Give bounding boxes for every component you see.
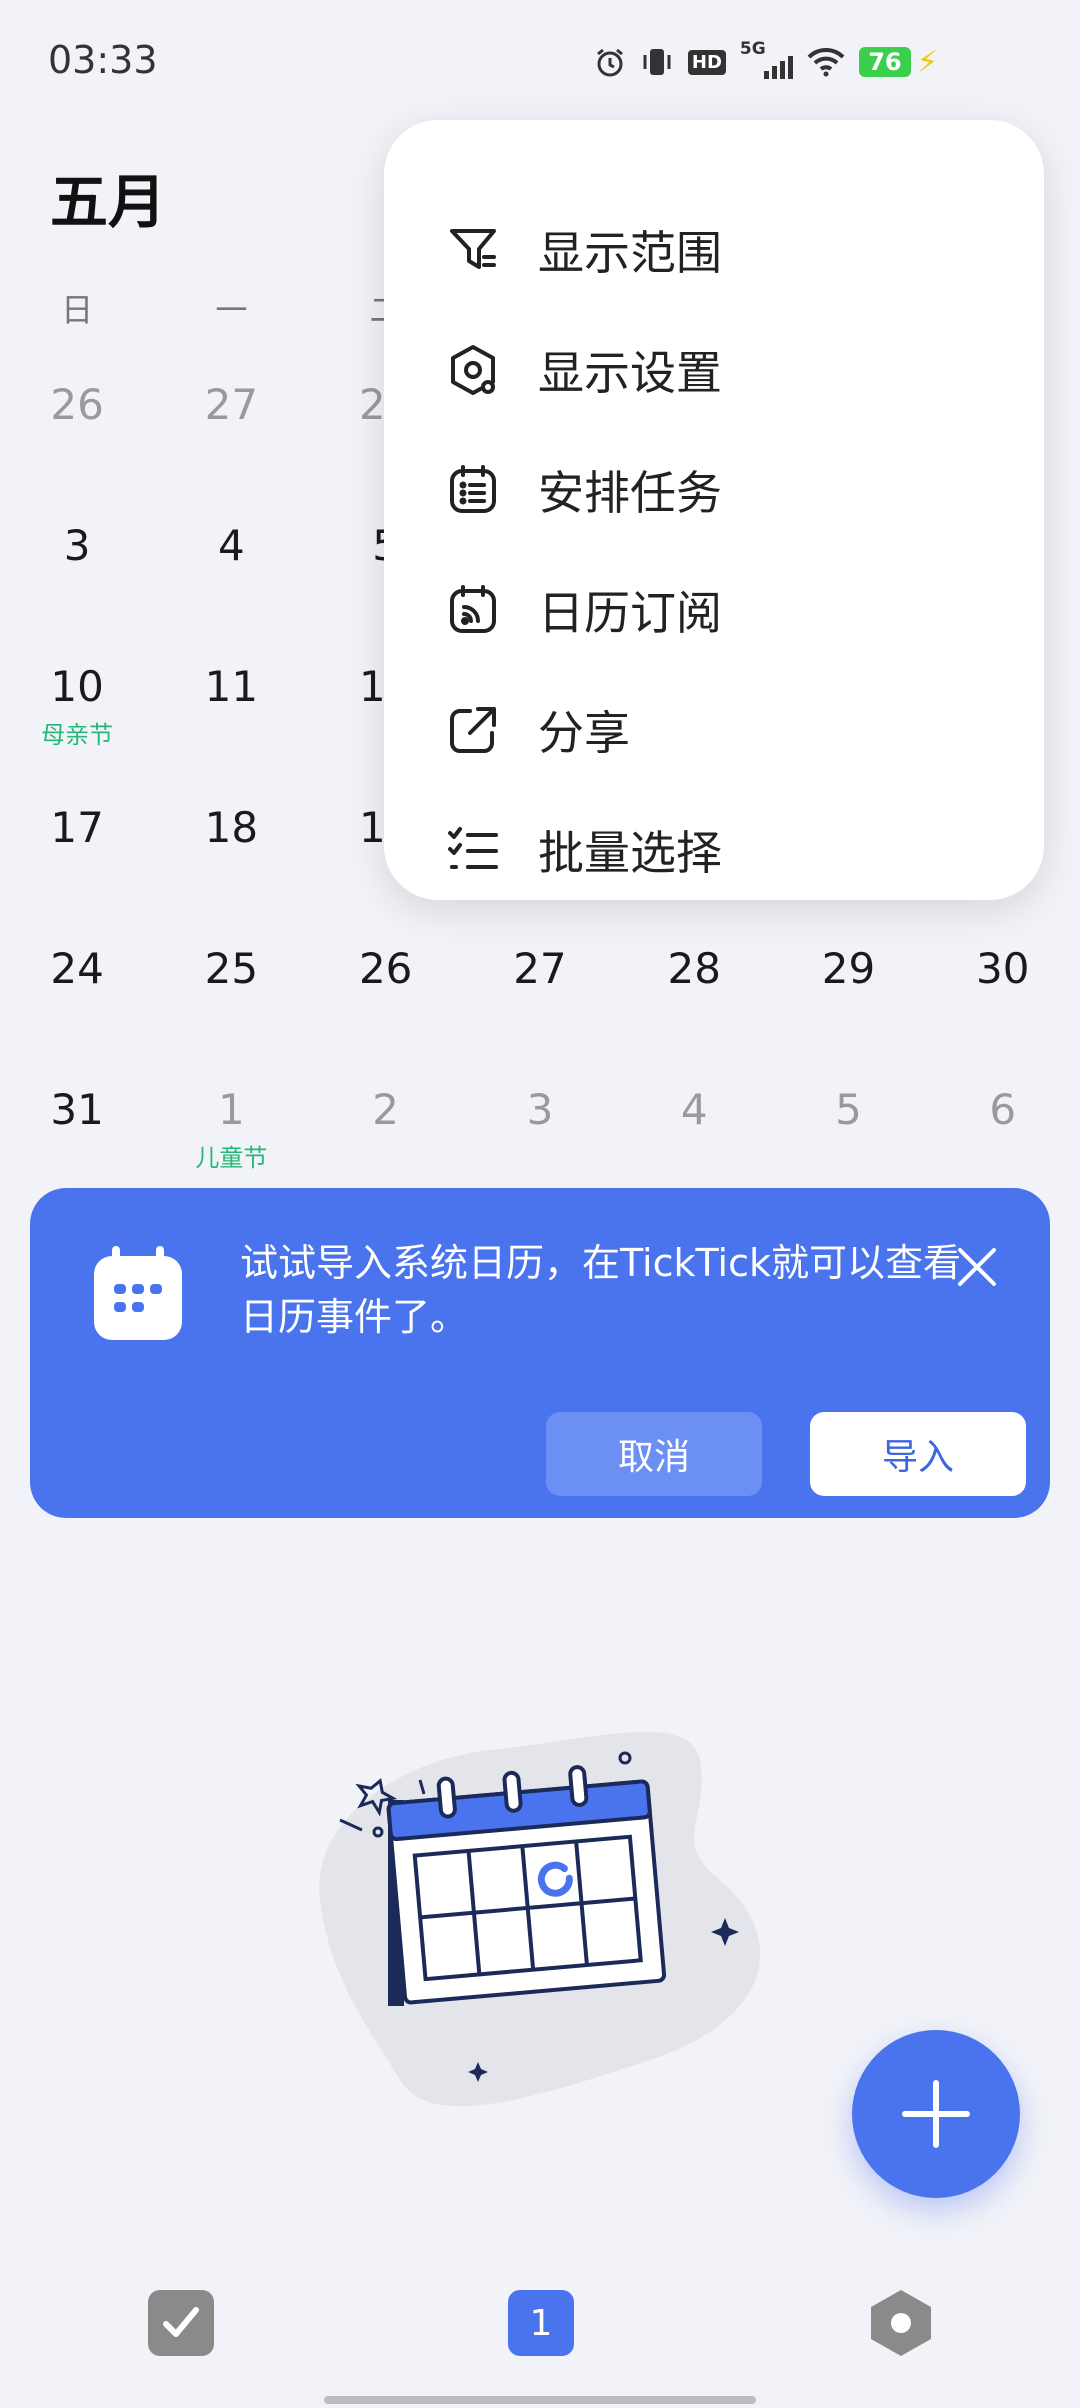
calendar-day-number: 11: [204, 662, 259, 711]
calendar-nav-icon: 1: [508, 2290, 574, 2356]
status-time: 03:33: [48, 38, 158, 82]
settings-hexagon-icon: [871, 2290, 931, 2356]
calendar-subscribe-icon: [444, 581, 502, 639]
calendar-day-cell[interactable]: 25: [154, 944, 308, 993]
calendar-day-number: 26: [358, 944, 413, 993]
menu-item-calendar-subscribe[interactable]: 日历订阅: [444, 570, 722, 650]
calendar-day-cell[interactable]: 4: [154, 521, 308, 570]
calendar-day-cell[interactable]: 27: [154, 380, 308, 429]
calendar-day-cell[interactable]: 6: [926, 1085, 1080, 1173]
nav-settings[interactable]: [866, 2288, 936, 2358]
import-calendar-banner: 试试导入系统日历，在TickTick就可以查看日历事件了。 取消 导入: [30, 1188, 1050, 1518]
signal-icon: 5G: [740, 39, 793, 79]
arrange-tasks-icon: [444, 461, 502, 519]
calendar-day-number: 10: [50, 662, 104, 711]
calendar-day-number: 3: [63, 521, 91, 570]
weekday-label: 一: [215, 291, 248, 329]
calendar-day-cell[interactable]: 30: [926, 944, 1080, 993]
plus-icon: [902, 2080, 970, 2148]
calendar-day-number: 27: [513, 944, 567, 993]
calendar-day-number: 1: [218, 1085, 245, 1134]
menu-item-label: 安排任务: [538, 466, 722, 520]
holiday-label: 母亲节: [41, 721, 114, 749]
calendar-week-row: 31 1 儿童节 2 3 4 5 6: [0, 1085, 1080, 1173]
status-icons: HD 5G 76 ⚡: [594, 39, 938, 82]
add-task-button[interactable]: [852, 2030, 1020, 2198]
calendar-day-number: 5: [835, 1085, 862, 1134]
calendar-icon: [94, 1246, 182, 1340]
nav-tasks[interactable]: [146, 2288, 216, 2358]
calendar-day-cell[interactable]: 24: [0, 944, 154, 993]
calendar-day-cell[interactable]: 31: [0, 1085, 154, 1173]
display-settings-icon: [444, 341, 502, 399]
calendar-day-cell[interactable]: 3: [0, 521, 154, 570]
calendar-day-cell[interactable]: 5: [771, 1085, 925, 1173]
calendar-day-number: 4: [218, 521, 245, 570]
menu-item-share[interactable]: 分享: [444, 690, 630, 770]
calendar-day-number: 17: [50, 803, 104, 852]
share-icon: [444, 701, 502, 759]
calendar-day-cell[interactable]: 1 儿童节: [154, 1085, 308, 1173]
banner-message: 试试导入系统日历，在TickTick就可以查看日历事件了。: [240, 1241, 961, 1339]
home-indicator: [324, 2396, 756, 2404]
calendar-day-number: 29: [821, 944, 876, 993]
menu-item-arrange-tasks[interactable]: 安排任务: [444, 450, 722, 530]
menu-item-label: 显示范围: [538, 226, 722, 280]
calendar-day-cell[interactable]: 26: [0, 380, 154, 429]
options-menu: 显示范围 显示设置 安排任务 日历订阅 分享 批量选择: [384, 120, 1044, 900]
calendar-day-cell[interactable]: 26: [309, 944, 463, 993]
calendar-day-number: 24: [50, 944, 104, 993]
calendar-day-cell[interactable]: 11: [154, 662, 308, 750]
weekday-label: 日: [61, 291, 94, 329]
vibrate-icon: [643, 49, 671, 75]
nav-calendar[interactable]: 1: [506, 2288, 576, 2358]
calendar-day-cell[interactable]: 17: [0, 803, 154, 852]
calendar-day-number: 31: [50, 1085, 104, 1134]
menu-item-batch-select[interactable]: 批量选择: [444, 810, 722, 890]
calendar-day-number: 30: [976, 944, 1030, 993]
calendar-day-cell[interactable]: 27: [463, 944, 617, 993]
calendar-day-cell[interactable]: 3: [463, 1085, 617, 1173]
menu-item-display-range[interactable]: 显示范围: [444, 210, 722, 290]
holiday-label: 儿童节: [195, 1144, 268, 1172]
cancel-button[interactable]: 取消: [546, 1412, 762, 1496]
menu-item-label: 日历订阅: [538, 586, 722, 640]
checkbox-icon: [148, 2290, 214, 2356]
hd-icon: HD: [687, 49, 726, 75]
import-button[interactable]: 导入: [810, 1412, 1026, 1496]
menu-item-label: 批量选择: [538, 826, 722, 880]
charging-icon: ⚡: [916, 44, 938, 80]
wifi-icon: [807, 47, 845, 77]
calendar-day-cell[interactable]: 28: [617, 944, 771, 993]
calendar-day-cell[interactable]: 18: [154, 803, 308, 852]
network-type: 5G: [739, 39, 766, 59]
calendar-day-number: 25: [204, 944, 259, 993]
calendar-day-number: 4: [680, 1085, 708, 1134]
empty-calendar-illustration: [319, 1731, 761, 2107]
menu-item-label: 分享: [538, 706, 630, 760]
calendar-day-cell[interactable]: 2: [309, 1085, 463, 1173]
calendar-day-number: 3: [526, 1085, 554, 1134]
calendar-day-cell[interactable]: 29: [771, 944, 925, 993]
calendar-week-row: 24 25 26 27 28 29 30: [0, 944, 1080, 993]
menu-item-label: 显示设置: [538, 346, 722, 400]
calendar-day-number: 28: [667, 944, 721, 993]
calendar-day-number: 27: [204, 380, 259, 429]
calendar-day-number: 18: [204, 803, 259, 852]
alarm-icon: [596, 48, 623, 77]
menu-item-display-settings[interactable]: 显示设置: [444, 330, 722, 410]
calendar-day-number: 1: [529, 2302, 553, 2344]
close-icon[interactable]: [952, 1242, 1002, 1292]
batch-select-icon: [444, 821, 502, 879]
month-title: 五月: [50, 168, 167, 236]
calendar-day-cell[interactable]: 10 母亲节: [0, 662, 154, 750]
calendar-day-number: 26: [50, 380, 104, 429]
calendar-day-number: 2: [372, 1085, 400, 1134]
calendar-day-number: 6: [989, 1085, 1017, 1134]
battery-icon: 76: [858, 47, 911, 77]
filter-icon: [444, 221, 502, 279]
calendar-day-cell[interactable]: 4: [617, 1085, 771, 1173]
